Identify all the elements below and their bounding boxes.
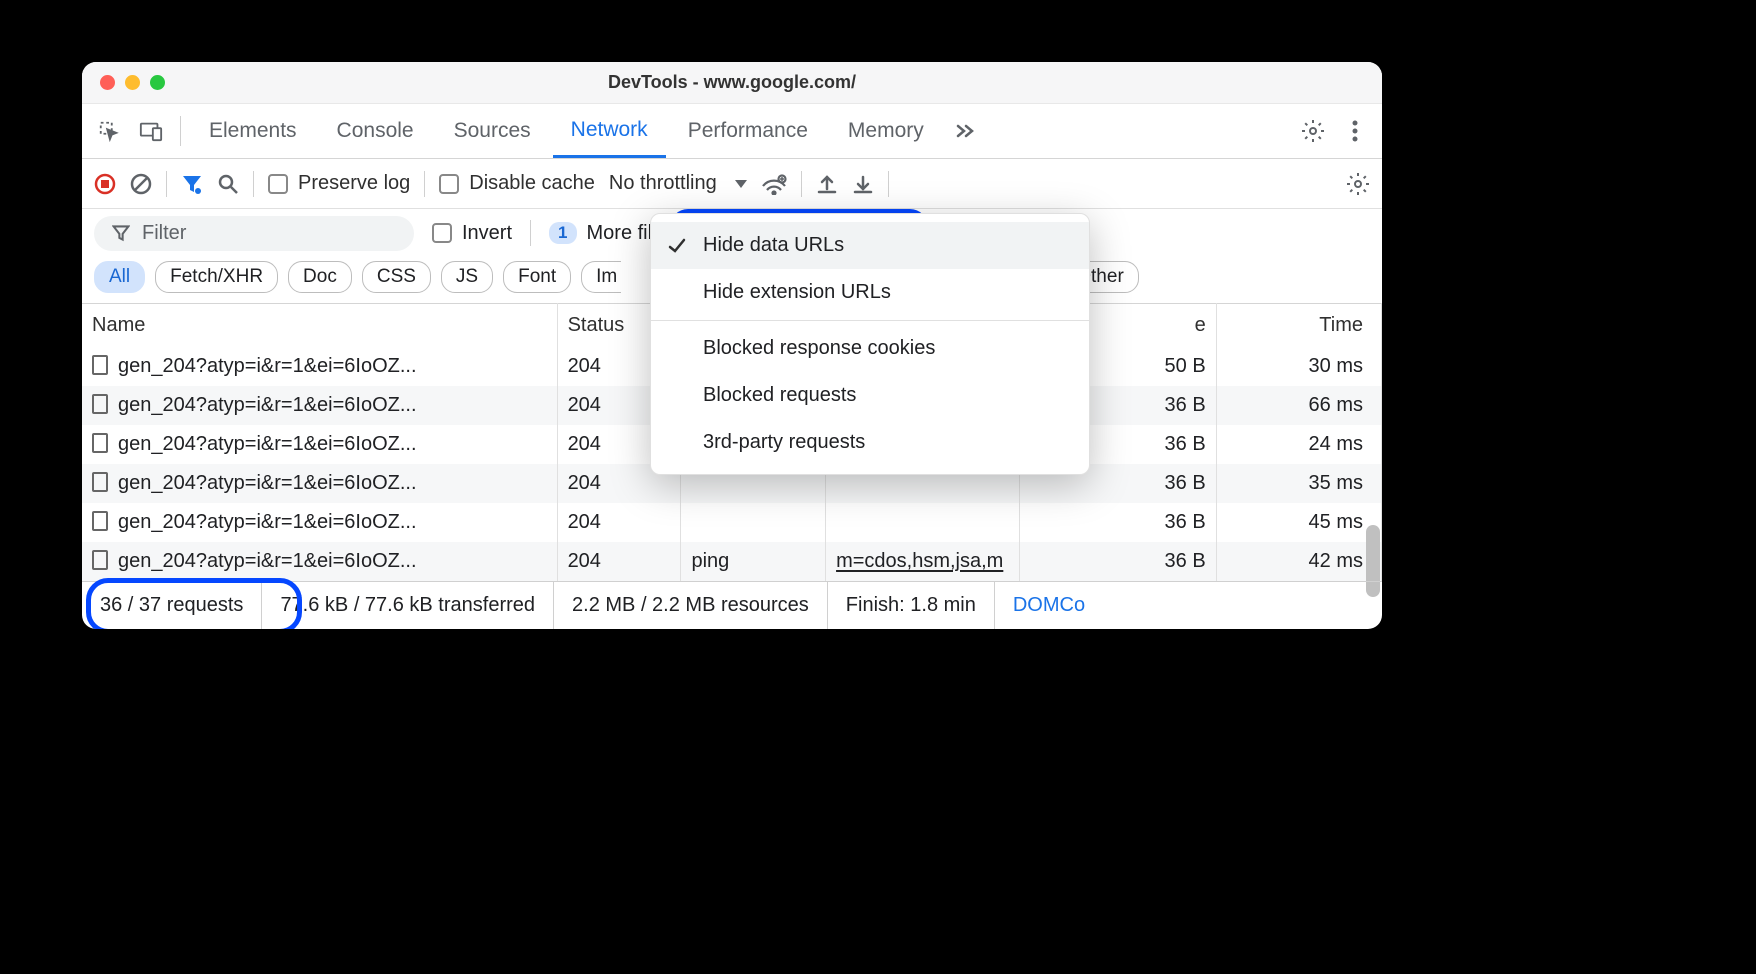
separator — [253, 171, 254, 197]
device-toggle-icon[interactable] — [132, 112, 170, 150]
tab-memory[interactable]: Memory — [830, 104, 942, 158]
check-icon — [665, 238, 689, 254]
menu-blocked-requests[interactable]: Blocked requests — [651, 372, 1089, 419]
filter-count-badge: 1 — [549, 222, 576, 244]
cell-name: gen_204?atyp=i&r=1&ei=6IoOZ... — [82, 503, 557, 542]
cell-size: 36 B — [1020, 542, 1216, 581]
chip-js[interactable]: JS — [441, 261, 493, 293]
invert-checkbox[interactable]: Invert — [432, 222, 512, 245]
cell-type — [681, 503, 826, 542]
cell-name: gen_204?atyp=i&r=1&ei=6IoOZ... — [82, 464, 557, 503]
network-conditions-icon[interactable] — [761, 173, 787, 195]
status-transferred: 77.6 kB / 77.6 kB transferred — [262, 582, 554, 629]
menu-3rd-party-requests[interactable]: 3rd-party requests — [651, 419, 1089, 466]
chip-img[interactable]: Im — [581, 261, 621, 293]
kebab-menu-icon[interactable] — [1336, 112, 1374, 150]
separator — [166, 171, 167, 197]
panel-settings-gear-icon[interactable] — [1346, 172, 1370, 196]
more-tabs-icon[interactable] — [946, 112, 984, 150]
network-toolbar: Preserve log Disable cache No throttling — [82, 159, 1382, 209]
chip-css[interactable]: CSS — [362, 261, 431, 293]
tab-network[interactable]: Network — [553, 104, 666, 158]
filter-placeholder: Filter — [142, 222, 186, 245]
separator — [801, 171, 802, 197]
header-name[interactable]: Name — [82, 304, 557, 348]
cell-time: 35 ms — [1216, 464, 1381, 503]
throttling-select[interactable]: No throttling — [609, 172, 747, 195]
throttling-value: No throttling — [609, 172, 717, 195]
menu-separator — [651, 320, 1089, 321]
tab-performance[interactable]: Performance — [670, 104, 826, 158]
menu-hide-extension-urls[interactable]: Hide extension URLs — [651, 269, 1089, 316]
cell-status: 204 — [557, 542, 681, 581]
file-icon — [92, 355, 108, 375]
cell-size: 36 B — [1020, 503, 1216, 542]
tab-console[interactable]: Console — [319, 104, 432, 158]
cell-name: gen_204?atyp=i&r=1&ei=6IoOZ... — [82, 425, 557, 464]
search-icon[interactable] — [217, 173, 239, 195]
main-tabs: Elements Console Sources Network Perform… — [82, 104, 1382, 159]
chip-doc[interactable]: Doc — [288, 261, 352, 293]
download-har-icon[interactable] — [852, 173, 874, 195]
separator — [530, 220, 531, 246]
status-resources: 2.2 MB / 2.2 MB resources — [554, 582, 828, 629]
menu-blocked-response-cookies[interactable]: Blocked response cookies — [651, 325, 1089, 372]
window-title: DevTools - www.google.com/ — [82, 72, 1382, 93]
filter-toggle-icon[interactable] — [181, 173, 203, 195]
preserve-log-checkbox[interactable]: Preserve log — [268, 172, 410, 195]
invert-label: Invert — [462, 222, 512, 245]
cell-time: 30 ms — [1216, 347, 1381, 386]
filter-input[interactable]: Filter — [94, 216, 414, 251]
file-icon — [92, 433, 108, 453]
funnel-icon — [112, 224, 130, 242]
table-row[interactable]: gen_204?atyp=i&r=1&ei=6IoOZ...204pingm=c… — [82, 542, 1382, 581]
disable-cache-checkbox[interactable]: Disable cache — [439, 172, 595, 195]
checkbox-icon — [432, 223, 452, 243]
cell-type: ping — [681, 542, 826, 581]
chip-font[interactable]: Font — [503, 261, 571, 293]
cell-name: gen_204?atyp=i&r=1&ei=6IoOZ... — [82, 386, 557, 425]
header-time[interactable]: Time — [1216, 304, 1381, 348]
cell-time: 45 ms — [1216, 503, 1381, 542]
record-button[interactable] — [94, 173, 116, 195]
cell-initiator: m=cdos,hsm,jsa,m — [826, 542, 1020, 581]
menu-hide-data-urls[interactable]: Hide data URLs — [651, 222, 1089, 269]
checkbox-icon — [268, 174, 288, 194]
chip-all[interactable]: All — [94, 261, 145, 293]
cell-status: 204 — [557, 503, 681, 542]
file-icon — [92, 550, 108, 570]
upload-har-icon[interactable] — [816, 173, 838, 195]
caret-down-icon — [735, 180, 747, 188]
more-filters-menu: Hide data URLs Hide extension URLs Block… — [650, 213, 1090, 475]
cell-initiator — [826, 503, 1020, 542]
preserve-log-label: Preserve log — [298, 172, 410, 195]
tab-elements[interactable]: Elements — [191, 104, 315, 158]
clear-button[interactable] — [130, 173, 152, 195]
devtools-window: DevTools - www.google.com/ Elements Cons… — [82, 62, 1382, 629]
status-bar: 36 / 37 requests 77.6 kB / 77.6 kB trans… — [82, 581, 1382, 629]
separator — [888, 171, 889, 197]
status-finish: Finish: 1.8 min — [828, 582, 995, 629]
settings-gear-icon[interactable] — [1294, 112, 1332, 150]
file-icon — [92, 511, 108, 531]
table-row[interactable]: gen_204?atyp=i&r=1&ei=6IoOZ...204 36 B45 … — [82, 503, 1382, 542]
checkbox-icon — [439, 174, 459, 194]
inspect-icon[interactable] — [90, 112, 128, 150]
cell-time: 66 ms — [1216, 386, 1381, 425]
tab-sources[interactable]: Sources — [436, 104, 549, 158]
cell-name: gen_204?atyp=i&r=1&ei=6IoOZ... — [82, 542, 557, 581]
separator — [180, 116, 181, 146]
chip-fetch-xhr[interactable]: Fetch/XHR — [155, 261, 278, 293]
titlebar: DevTools - www.google.com/ — [82, 62, 1382, 104]
cell-name: gen_204?atyp=i&r=1&ei=6IoOZ... — [82, 347, 557, 386]
status-requests: 36 / 37 requests — [82, 582, 262, 629]
separator — [424, 171, 425, 197]
cell-time: 42 ms — [1216, 542, 1381, 581]
file-icon — [92, 394, 108, 414]
cell-time: 24 ms — [1216, 425, 1381, 464]
file-icon — [92, 472, 108, 492]
requests-table-wrap: Name Status e Time gen_204?atyp=i&r=1&ei… — [82, 303, 1382, 581]
status-domcontentloaded: DOMCo — [995, 582, 1103, 629]
disable-cache-label: Disable cache — [469, 172, 595, 195]
